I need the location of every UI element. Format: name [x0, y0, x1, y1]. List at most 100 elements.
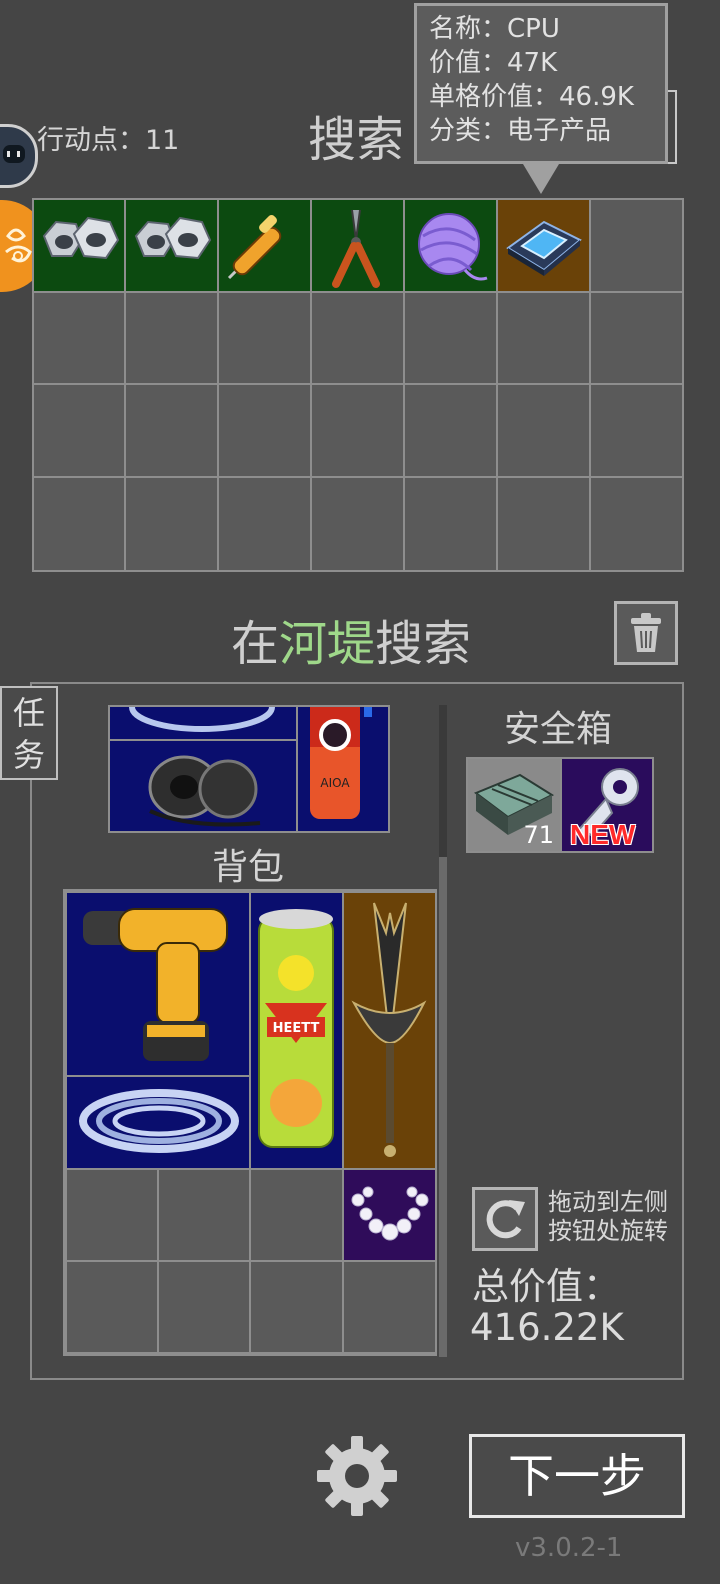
search-grid: [32, 198, 684, 572]
search-slot-empty[interactable]: [403, 476, 498, 572]
search-slot-empty[interactable]: [32, 476, 126, 572]
search-slot-empty[interactable]: [589, 476, 684, 572]
upper-item-hose[interactable]: [110, 707, 298, 741]
backpack-slot-empty[interactable]: [249, 1260, 344, 1354]
backpack-item-hose[interactable]: [65, 1075, 251, 1170]
safe-box-item-key[interactable]: NEW: [560, 757, 654, 853]
task-tab[interactable]: 任 务: [0, 686, 58, 780]
inventory-scrollbar-thumb[interactable]: [439, 857, 447, 1357]
backpack-grid: HEETT: [63, 889, 437, 1356]
backpack-slot-empty[interactable]: [342, 1260, 437, 1354]
backpack-item-vitamin-tube[interactable]: HEETT: [249, 891, 344, 1170]
backpack-slot-empty[interactable]: [157, 1260, 251, 1354]
speaker-cable-icon: [148, 755, 261, 827]
search-slot-empty[interactable]: [496, 476, 591, 572]
action-points: 行动点：11: [37, 125, 180, 156]
upper-item-can[interactable]: AIOA: [296, 707, 388, 831]
coiled-hose-icon: [129, 707, 275, 732]
version-label: v3.0.2-1: [515, 1533, 623, 1563]
total-value-amount: 416.22K: [470, 1306, 624, 1349]
settings-button[interactable]: [313, 1432, 401, 1520]
rotate-hint-line2: 按钮处旋转: [548, 1217, 668, 1245]
coiled-hose-icon: [79, 1089, 239, 1153]
backpack-slot-empty[interactable]: [249, 1168, 344, 1262]
svg-text:AIOA: AIOA: [320, 776, 350, 790]
search-slot-empty[interactable]: [589, 291, 684, 385]
search-slot-hex-nut[interactable]: [124, 198, 219, 293]
tooltip-value: 价值：47K: [429, 48, 558, 78]
search-slot-empty[interactable]: [124, 383, 219, 478]
rotate-hint-line1: 拖动到左侧: [548, 1188, 668, 1216]
search-slot-hex-nut[interactable]: [32, 198, 126, 293]
rotate-button[interactable]: [472, 1187, 538, 1251]
location-prefix: 在: [231, 616, 280, 672]
upper-container: AIOA: [108, 705, 390, 833]
backpack-item-dagger[interactable]: [342, 891, 437, 1170]
search-slot-empty[interactable]: [589, 198, 684, 293]
search-slot-cpu[interactable]: [496, 198, 591, 293]
avatar-icon[interactable]: [0, 124, 38, 188]
new-badge: NEW: [570, 819, 636, 850]
next-step-label: 下一步: [508, 1449, 646, 1503]
backpack-item-drill[interactable]: [65, 891, 251, 1077]
safe-box: 71 NEW: [466, 757, 654, 853]
tooltip-unit-value: 单格价值：46.9K: [429, 82, 634, 112]
safe-box-item-battery[interactable]: 71: [466, 757, 562, 853]
search-slot-empty[interactable]: [124, 476, 219, 572]
search-slot-empty[interactable]: [496, 383, 591, 478]
location-place: 河堤: [279, 616, 376, 672]
rotate-icon: [486, 1200, 525, 1239]
hex-nut-icon: [42, 216, 120, 260]
backpack-slot-empty[interactable]: [65, 1260, 159, 1354]
vitamin-tube-icon: HEETT: [258, 909, 334, 1148]
search-slot-empty[interactable]: [310, 291, 405, 385]
search-slot-empty[interactable]: [217, 383, 312, 478]
search-slot-empty[interactable]: [496, 291, 591, 385]
search-slot-empty[interactable]: [589, 383, 684, 478]
location-heading: 在河堤搜索: [231, 604, 471, 674]
task-tab-line1: 任: [12, 694, 45, 732]
trash-button[interactable]: [614, 601, 678, 665]
pearl-necklace-icon: [351, 1186, 429, 1241]
search-slot-empty[interactable]: [310, 383, 405, 478]
tooltip-name: 名称：CPU: [429, 14, 560, 44]
cpu-chip-icon: [506, 220, 582, 276]
can-icon: AIOA: [310, 707, 372, 819]
search-slot-empty[interactable]: [217, 476, 312, 572]
battery-count: 71: [523, 821, 554, 849]
tooltip-pointer: [523, 164, 559, 194]
search-slot-empty[interactable]: [403, 383, 498, 478]
svg-text:HEETT: HEETT: [273, 1021, 320, 1036]
search-slot-empty[interactable]: [310, 476, 405, 572]
total-value-label: 总价值：: [472, 1265, 620, 1308]
upper-item-speaker-cable[interactable]: [110, 741, 298, 831]
yarn-ball-icon: [418, 213, 488, 281]
task-tab-line2: 务: [12, 736, 45, 774]
search-title: 搜索: [308, 112, 405, 168]
screwdriver-icon: [227, 215, 282, 280]
search-slot-empty[interactable]: [217, 291, 312, 385]
search-slot-yarn[interactable]: [403, 198, 498, 293]
dagger-icon: [351, 902, 427, 1157]
pliers-icon: [332, 209, 380, 288]
backpack-slot-empty[interactable]: [65, 1168, 159, 1262]
backpack-title: 背包: [212, 847, 285, 888]
search-slot-empty[interactable]: [403, 291, 498, 385]
search-slot-empty[interactable]: [32, 383, 126, 478]
trash-icon: [631, 613, 661, 652]
search-slot-voltage-tester[interactable]: [217, 198, 312, 293]
inventory-scrollbar-track[interactable]: [439, 705, 447, 1357]
search-slot-pliers[interactable]: [310, 198, 405, 293]
rotate-hint: 拖动到左侧 按钮处旋转: [548, 1188, 668, 1246]
location-suffix: 搜索: [375, 616, 472, 672]
backpack-slot-empty[interactable]: [157, 1168, 251, 1262]
backpack-item-necklace[interactable]: [342, 1168, 437, 1262]
gear-icon: [317, 1436, 397, 1516]
safe-box-title: 安全箱: [504, 709, 613, 750]
next-step-button[interactable]: 下一步: [469, 1434, 685, 1518]
search-slot-empty[interactable]: [32, 291, 126, 385]
hex-nut-icon: [134, 216, 212, 260]
cordless-drill-icon: [83, 908, 228, 1061]
tooltip-category: 分类：电子产品: [429, 116, 612, 146]
search-slot-empty[interactable]: [124, 291, 219, 385]
